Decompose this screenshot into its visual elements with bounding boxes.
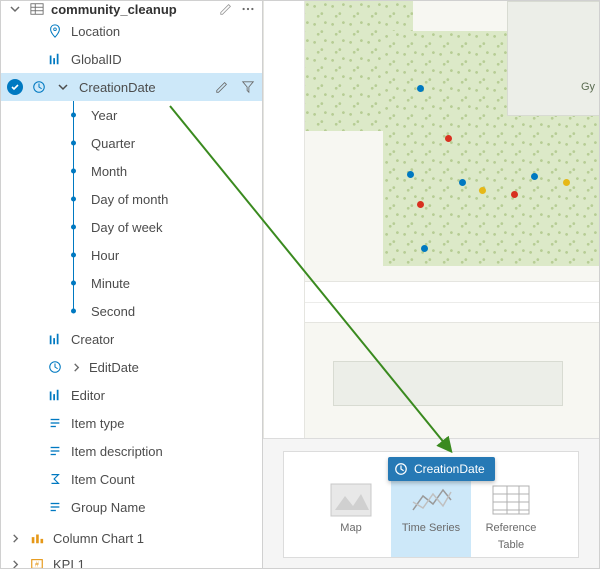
field-label: Creator [71,332,114,347]
field-itemtype[interactable]: Item type [1,409,262,437]
drop-option-map[interactable]: Map [311,476,391,557]
drop-option-timeseries[interactable]: Time Series [391,476,471,557]
text-type-icon [47,416,63,430]
drop-label: Time Series [402,522,460,535]
field-groupname[interactable]: Group Name [1,493,262,521]
field-location[interactable]: Location [1,17,262,45]
clock-icon [394,462,408,476]
text-type-icon [47,444,63,458]
location-type-icon [47,24,63,38]
map-point [407,171,414,178]
field-label: Item description [71,444,163,459]
field-label: EditDate [89,360,139,375]
drop-option-reftable[interactable]: Reference Table [471,476,551,557]
field-creationdate[interactable]: CreationDate [1,73,262,101]
kpi-icon: # [29,556,45,568]
map-point [511,191,518,198]
map-point [417,201,424,208]
drop-target-inner[interactable]: Map Time Series Reference Table [283,451,579,558]
selected-check-icon [7,79,23,95]
number-type-icon [47,52,63,66]
element-label: Column Chart 1 [53,531,144,546]
map-point [531,173,538,180]
field-globalid[interactable]: GlobalID [1,45,262,73]
number-type-icon [47,332,63,346]
date-parts-list: Year Quarter Month Day of month Day of w… [1,101,262,325]
expand-caret-icon[interactable] [7,1,23,17]
map-point [417,85,424,92]
field-label: GlobalID [71,52,122,67]
map-point [479,187,486,194]
date-part-quarter[interactable]: Quarter [1,129,262,157]
filter-field-icon[interactable] [240,79,256,95]
clock-type-icon [31,80,47,94]
clock-type-icon [47,360,63,374]
field-editor[interactable]: Editor [1,381,262,409]
timeseries-thumb-icon [409,482,453,518]
field-itemdesc[interactable]: Item description [1,437,262,465]
map-view[interactable]: Gy [263,1,599,438]
column-chart-icon [29,530,45,546]
field-list: Location GlobalID Crea [1,17,262,521]
map-point [421,245,428,252]
field-label: Item Count [71,472,135,487]
layer-name: community_cleanup [51,2,212,17]
edit-field-icon[interactable] [214,79,230,95]
map-point [459,179,466,186]
field-label: Group Name [71,500,145,515]
element-kpi-1[interactable]: # KPI 1 [1,551,262,568]
caret-right-icon[interactable] [11,557,21,569]
text-type-icon [47,500,63,514]
element-column-chart-1[interactable]: Column Chart 1 [1,525,262,551]
drop-label: Reference [486,522,537,535]
drag-chip-label: CreationDate [414,462,485,476]
caret-right-icon[interactable] [71,363,81,372]
drag-chip[interactable]: CreationDate [388,457,495,481]
layer-header[interactable]: community_cleanup [1,1,262,17]
drop-label-2: Table [498,539,524,552]
map-poi-label: Gy [581,81,595,93]
field-editdate[interactable]: EditDate [1,353,262,381]
number-type-icon [47,388,63,402]
field-label: Location [71,24,120,39]
elements-list: Column Chart 1 # KPI 1 [1,525,262,568]
field-creator[interactable]: Creator [1,325,262,353]
fields-panel: community_cleanup Location G [1,1,263,568]
date-part-minute[interactable]: Minute [1,269,262,297]
element-label: KPI 1 [53,557,85,569]
field-label: Editor [71,388,105,403]
date-part-hour[interactable]: Hour [1,241,262,269]
date-part-dayofmonth[interactable]: Day of month [1,185,262,213]
sigma-type-icon [47,472,63,486]
date-part-second[interactable]: Second [1,297,262,325]
map-point [445,135,452,142]
map-thumb-icon [329,482,373,518]
map-point [563,179,570,186]
expand-date-icon[interactable] [55,79,71,95]
date-part-year[interactable]: Year [1,101,262,129]
field-label: CreationDate [79,80,156,95]
date-part-month[interactable]: Month [1,157,262,185]
drop-target-panel: Map Time Series Reference Table [263,438,599,568]
field-label: Item type [71,416,124,431]
drop-label: Map [340,522,361,535]
svg-text:#: # [35,562,39,568]
date-part-dayofweek[interactable]: Day of week [1,213,262,241]
canvas-area: Gy Map [263,1,599,568]
table-icon [29,1,45,17]
caret-right-icon[interactable] [11,531,21,546]
field-itemcount[interactable]: Item Count [1,465,262,493]
table-thumb-icon [489,482,533,518]
more-options-icon[interactable] [240,1,256,17]
rename-icon[interactable] [218,1,234,17]
